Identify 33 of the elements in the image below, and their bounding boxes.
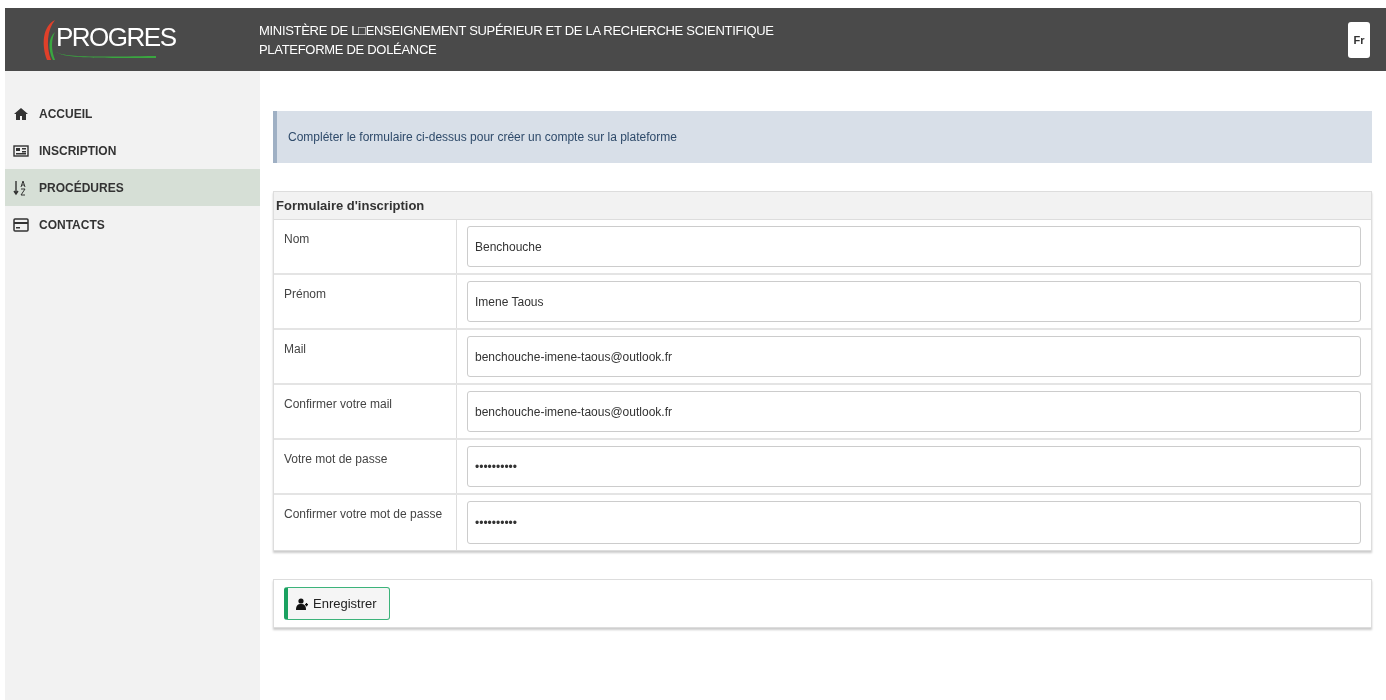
sort-icon [13, 179, 29, 196]
field-label: Votre mot de passe [274, 440, 457, 493]
sidebar-item[interactable]: INSCRIPTION [5, 132, 260, 169]
input-field[interactable]: benchouche-imene-taous@outlook.fr [467, 336, 1361, 377]
sidebar-label: CONTACTS [39, 217, 105, 232]
form-title: Formulaire d'inscription [274, 192, 1371, 220]
sidebar-label: ACCUEIL [39, 106, 93, 121]
input-field[interactable]: •••••••••• [467, 446, 1361, 487]
card-icon [13, 216, 29, 233]
field-label: Confirmer votre mot de passe [274, 495, 457, 550]
field-label: Mail [274, 330, 457, 383]
input-field[interactable]: Benchouche [467, 226, 1361, 267]
field-label: Prénom [274, 275, 457, 328]
input-field[interactable]: Imene Taous [467, 281, 1361, 322]
sidebar-label: INSCRIPTION [39, 143, 117, 158]
user-icon [296, 597, 308, 610]
sidebar-label: PROCÉDURES [39, 180, 124, 195]
home-icon [13, 105, 29, 122]
save-button[interactable]: Enregistrer [284, 587, 390, 620]
sidebar-item[interactable]: ACCUEIL [5, 95, 260, 132]
input-field[interactable]: •••••••••• [467, 501, 1361, 544]
card-icon [13, 142, 29, 159]
sidebar-item[interactable]: PROCÉDURES [5, 169, 260, 206]
field-label: Nom [274, 220, 457, 273]
platform-title: PLATEFORME DE DOLÉANCE [259, 41, 438, 57]
language-button[interactable]: Fr [1348, 21, 1370, 58]
logo-arc-icon [41, 19, 55, 60]
info-notice: Compléter le formulaire ci-dessus pour créer un compte sur la plateforme [273, 111, 1372, 163]
logo-text: PROGRES [56, 21, 176, 52]
input-field[interactable]: benchouche-imene-taous@outlook.fr [467, 391, 1361, 432]
sidebar-item[interactable]: CONTACTS [5, 206, 260, 243]
field-label: Confirmer votre mail [274, 385, 457, 438]
ministry-title: MINISTÈRE DE L□ENSEIGNEMENT SUPÉRIEUR ET DE LA RECHERCHE SCIENTIFIQUE [259, 22, 775, 38]
